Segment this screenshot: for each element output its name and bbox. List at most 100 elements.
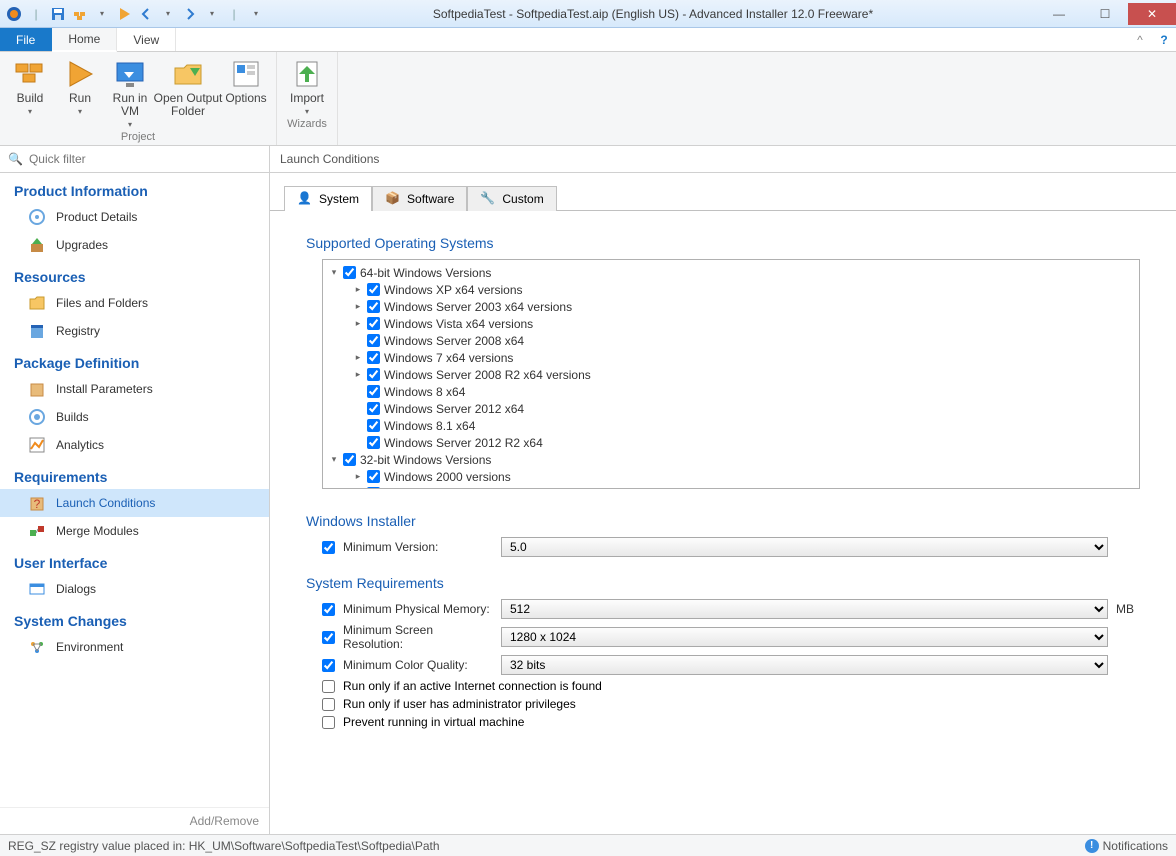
tree-checkbox[interactable] <box>367 334 380 347</box>
tab-home[interactable]: Home <box>52 28 117 52</box>
nav-item[interactable]: Registry <box>0 317 269 345</box>
options-button[interactable]: Options <box>222 54 270 129</box>
tree-checkbox[interactable] <box>367 419 380 432</box>
build-drop-icon[interactable]: ▾ <box>92 4 112 24</box>
tree-checkbox[interactable] <box>343 266 356 279</box>
panel: Supported Operating Systems ▾64-bit Wind… <box>270 211 1176 834</box>
nav-item[interactable]: Analytics <box>0 431 269 459</box>
tree-checkbox[interactable] <box>367 368 380 381</box>
nav-item[interactable]: Builds <box>0 403 269 431</box>
expand-icon[interactable]: ▸ <box>353 369 363 380</box>
save-icon[interactable] <box>48 4 68 24</box>
nav-item[interactable]: ?Launch Conditions <box>0 489 269 517</box>
tree-node[interactable]: ▸Windows 7 x64 versions <box>325 349 1137 366</box>
back-drop-icon[interactable]: ▾ <box>158 4 178 24</box>
nav-item[interactable]: Dialogs <box>0 575 269 603</box>
nav-item[interactable]: Upgrades <box>0 231 269 259</box>
back-icon[interactable] <box>136 4 156 24</box>
nav-item[interactable]: Install Parameters <box>0 375 269 403</box>
tree-checkbox[interactable] <box>367 487 380 489</box>
nav-item-label: Environment <box>56 640 123 654</box>
res-select[interactable]: 1280 x 1024 <box>501 627 1108 647</box>
admin-label: Run only if user has administrator privi… <box>343 697 576 711</box>
tree-label: Windows 8 x64 <box>384 385 465 399</box>
tree-node[interactable]: ▸Windows Server 2008 R2 x64 versions <box>325 366 1137 383</box>
app-icon[interactable] <box>4 4 24 24</box>
expand-icon[interactable]: ▸ <box>353 471 363 482</box>
tree-node[interactable]: ▸Windows 2000 versions <box>325 468 1137 485</box>
tree-node[interactable]: Windows 8.1 x64 <box>325 417 1137 434</box>
admin-check[interactable] <box>322 698 335 711</box>
help-icon[interactable]: ? <box>1152 28 1176 51</box>
os-tree[interactable]: ▾64-bit Windows Versions▸Windows XP x64 … <box>322 259 1140 489</box>
filter-input[interactable] <box>29 152 261 166</box>
tree-checkbox[interactable] <box>367 317 380 330</box>
tree-node[interactable]: ▸Windows Server 2003 x64 versions <box>325 298 1137 315</box>
run-icon[interactable] <box>114 4 134 24</box>
col-check[interactable] <box>322 659 335 672</box>
nav-item[interactable]: Merge Modules <box>0 517 269 545</box>
res-check[interactable] <box>322 631 335 644</box>
tree-checkbox[interactable] <box>367 402 380 415</box>
add-remove-link[interactable]: Add/Remove <box>0 807 269 834</box>
tree-checkbox[interactable] <box>367 300 380 313</box>
minimize-button[interactable]: — <box>1036 3 1082 25</box>
file-tab[interactable]: File <box>0 28 52 51</box>
expand-icon[interactable]: ▸ <box>353 284 363 295</box>
tab-software[interactable]: 📦Software <box>372 186 467 211</box>
play-icon <box>64 58 96 90</box>
import-button[interactable]: Import <box>283 54 331 116</box>
maximize-button[interactable]: ☐ <box>1082 3 1128 25</box>
fwd-drop-icon[interactable]: ▾ <box>202 4 222 24</box>
tree-label: Windows Server 2008 x64 <box>384 334 524 348</box>
expand-icon[interactable]: ▸ <box>353 318 363 329</box>
expand-icon[interactable]: ▸ <box>353 301 363 312</box>
tree-node[interactable]: ▸Windows XP x64 versions <box>325 281 1137 298</box>
nav-item[interactable]: Files and Folders <box>0 289 269 317</box>
col-select[interactable]: 32 bits <box>501 655 1108 675</box>
tree-node[interactable]: ▾32-bit Windows Versions <box>325 451 1137 468</box>
tab-view[interactable]: View <box>117 28 176 51</box>
collapse-icon[interactable]: ▾ <box>329 454 339 465</box>
mem-select[interactable]: 512 <box>501 599 1108 619</box>
tree-node[interactable]: ▸Windows XP x86 versions <box>325 485 1137 489</box>
wi-min-version-select[interactable]: 5.0 <box>501 537 1108 557</box>
vm-check[interactable] <box>322 716 335 729</box>
collapse-icon[interactable]: ▾ <box>329 267 339 278</box>
tree-node[interactable]: ▸Windows Vista x64 versions <box>325 315 1137 332</box>
nav-item[interactable]: Environment <box>0 633 269 661</box>
tree-node[interactable]: ▾64-bit Windows Versions <box>325 264 1137 281</box>
open-output-button[interactable]: Open Output Folder <box>156 54 220 129</box>
wi-min-version-check[interactable] <box>322 541 335 554</box>
run-button[interactable]: Run <box>56 54 104 129</box>
collapse-ribbon-icon[interactable]: ^ <box>1128 28 1152 51</box>
nav-item[interactable]: Product Details <box>0 203 269 231</box>
tab-system[interactable]: 👤System <box>284 186 372 211</box>
quick-filter[interactable]: 🔍 <box>0 146 269 173</box>
fwd-icon[interactable] <box>180 4 200 24</box>
internet-check[interactable] <box>322 680 335 693</box>
tree-node[interactable]: Windows Server 2008 x64 <box>325 332 1137 349</box>
tree-node[interactable]: Windows 8 x64 <box>325 383 1137 400</box>
run-vm-button[interactable]: Run in VM <box>106 54 154 129</box>
tree-checkbox[interactable] <box>343 453 356 466</box>
mem-check[interactable] <box>322 603 335 616</box>
tree-checkbox[interactable] <box>367 351 380 364</box>
build-icon[interactable] <box>70 4 90 24</box>
notifications-button[interactable]: ! Notifications <box>1085 839 1168 853</box>
tree-checkbox[interactable] <box>367 470 380 483</box>
import-icon <box>291 58 323 90</box>
tree-node[interactable]: Windows Server 2012 R2 x64 <box>325 434 1137 451</box>
build-button[interactable]: Build <box>6 54 54 129</box>
tree-checkbox[interactable] <box>367 283 380 296</box>
tree-node[interactable]: Windows Server 2012 x64 <box>325 400 1137 417</box>
tree-checkbox[interactable] <box>367 436 380 449</box>
nav-item-label: Dialogs <box>56 582 96 596</box>
expand-icon[interactable]: ▸ <box>353 352 363 363</box>
nav-item-icon <box>28 638 46 656</box>
close-button[interactable]: ✕ <box>1128 3 1176 25</box>
tree-checkbox[interactable] <box>367 385 380 398</box>
expand-icon[interactable]: ▸ <box>353 488 363 489</box>
qat-customize-icon[interactable]: ▾ <box>246 4 266 24</box>
tab-custom[interactable]: 🔧Custom <box>467 186 556 211</box>
